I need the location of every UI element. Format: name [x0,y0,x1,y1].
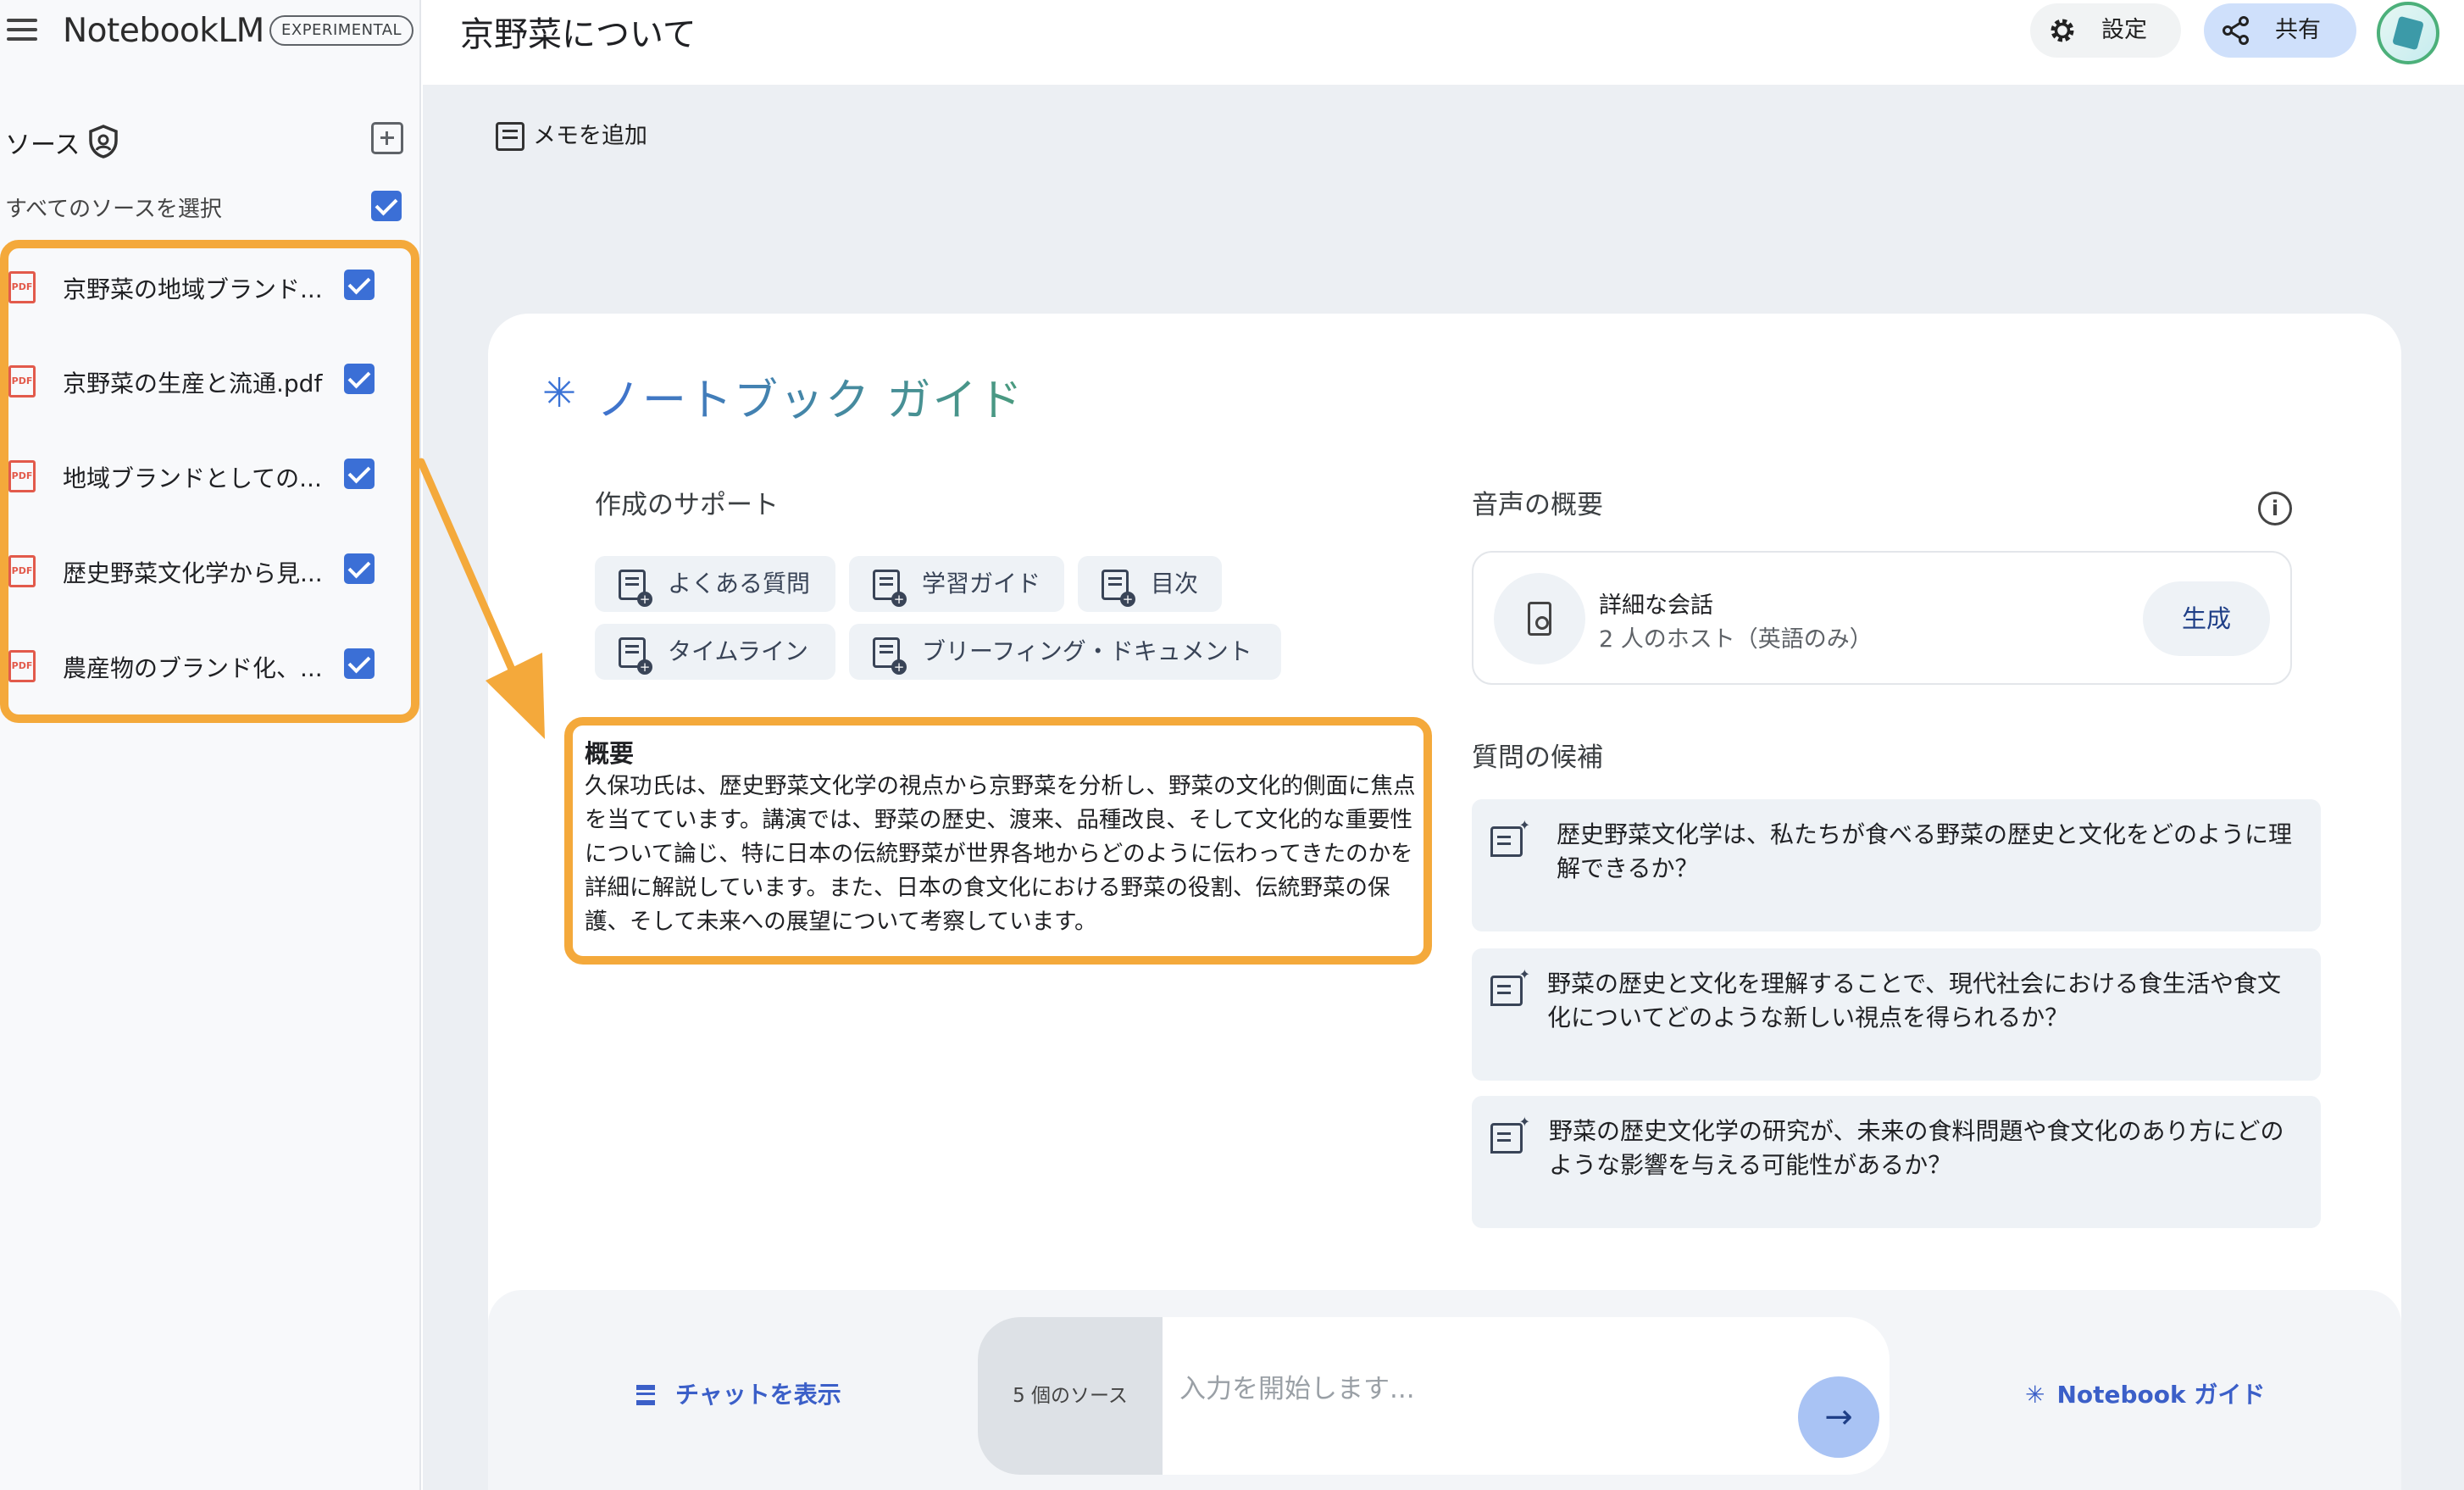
suggested-question[interactable]: 野菜の歴史文化学の研究が、未来の食料問題や食文化のあり方にどのような影響を与える… [1472,1096,2321,1228]
chip-label: タイムライン [668,637,809,665]
chat-bar: チャットを表示 5 個のソース → ✳ Notebook ガイド [488,1290,2401,1490]
chat-input-area: 5 個のソース → [978,1317,1890,1475]
add-note-icon [873,637,907,675]
question-text: 歴史野菜文化学は、私たちが食べる野菜の歴史と文化をどのように理解できるか？ [1557,820,2293,882]
generate-button[interactable]: 生成 [2143,581,2270,656]
source-count-badge[interactable]: 5 個のソース [978,1317,1163,1475]
show-chat-label: チャットを表示 [675,1381,841,1409]
settings-button[interactable]: 設定 [2030,3,2181,58]
faq-chip[interactable]: よくある質問 [595,556,835,612]
question-text: 野菜の歴史文化学の研究が、未来の食料問題や食文化のあり方にどのような影響を与える… [1549,1117,2284,1179]
toc-chip[interactable]: 目次 [1078,556,1222,612]
suggestion-icon [1490,966,1530,1006]
avatar[interactable] [2377,2,2439,64]
share-label: 共有 [2275,17,2321,43]
chip-label: 学習ガイド [922,570,1041,598]
gear-icon [2051,19,2074,42]
suggestion-icon [1490,817,1530,857]
sources-title: ソース [5,131,80,160]
select-all-checkbox[interactable] [371,191,402,221]
select-all-label: すべてのソースを選択 [5,197,222,222]
send-button[interactable]: → [1798,1376,1879,1458]
chip-label: 目次 [1151,570,1199,598]
audio-section-title: 音声の概要 [1472,490,1603,520]
questions-section-title: 質問の候補 [1472,742,1603,773]
add-note-icon [619,637,652,675]
note-icon [496,122,524,151]
sidebar: NotebookLM EXPERIMENTAL ソース すべてのソースを選択 P… [0,0,421,1490]
add-source-button[interactable] [371,122,403,154]
shield-icon[interactable] [86,124,120,159]
audio-card-subtitle: 2 人のホスト（英語のみ） [1599,626,1873,653]
arrow-right-icon: → [1824,1398,1853,1437]
question-text: 野菜の歴史と文化を理解することで、現代社会における食生活や食文化についてどのよう… [1547,970,2282,1031]
suggestion-icon [1490,1114,1530,1154]
chip-label: よくある質問 [668,570,811,598]
settings-label: 設定 [2101,17,2147,43]
app-logo[interactable]: NotebookLM [63,12,264,50]
audio-card-title: 詳細な会話 [1599,592,1713,619]
notebook-guide-label: Notebook ガイド [2056,1381,2266,1409]
chat-icon [636,1385,655,1405]
add-note-icon [1102,570,1135,607]
study-guide-chip[interactable]: 学習ガイド [849,556,1064,612]
notebook-guide-button[interactable]: ✳ Notebook ガイド [2025,1378,2265,1412]
notebook-title[interactable]: 京野菜について [460,7,696,56]
sparkle-icon: ✳ [2025,1381,2045,1409]
chat-input[interactable] [1179,1368,1773,1410]
speaker-icon [1528,602,1551,636]
highlight-box-summary [564,717,1432,965]
briefing-doc-chip[interactable]: ブリーフィング・ドキュメント [849,624,1281,680]
add-note-icon [619,570,652,607]
audio-overview-card: 詳細な会話 2 人のホスト（英語のみ） 生成 [1472,551,2292,685]
audio-icon-container [1494,573,1585,664]
suggested-question[interactable]: 歴史野菜文化学は、私たちが食べる野菜の歴史と文化をどのように理解できるか？ [1472,799,2321,931]
menu-icon[interactable] [7,19,37,42]
experimental-badge: EXPERIMENTAL [269,15,414,46]
support-section-title: 作成のサポート [595,490,779,520]
guide-title: ノートブック ガイド [597,364,1024,428]
sparkle-icon: ✳ [542,370,577,417]
share-icon [2223,16,2249,45]
timeline-chip[interactable]: タイムライン [595,624,835,680]
top-bar: 京野菜について 設定 共有 [423,0,2464,85]
highlight-box-sources [0,240,419,723]
add-note-icon [873,570,907,607]
info-icon[interactable]: i [2258,492,2292,525]
suggested-question[interactable]: 野菜の歴史と文化を理解することで、現代社会における食生活や食文化についてどのよう… [1472,948,2321,1081]
share-button[interactable]: 共有 [2204,3,2356,58]
chip-label: ブリーフィング・ドキュメント [922,637,1252,665]
add-memo-label: メモを追加 [533,123,647,149]
